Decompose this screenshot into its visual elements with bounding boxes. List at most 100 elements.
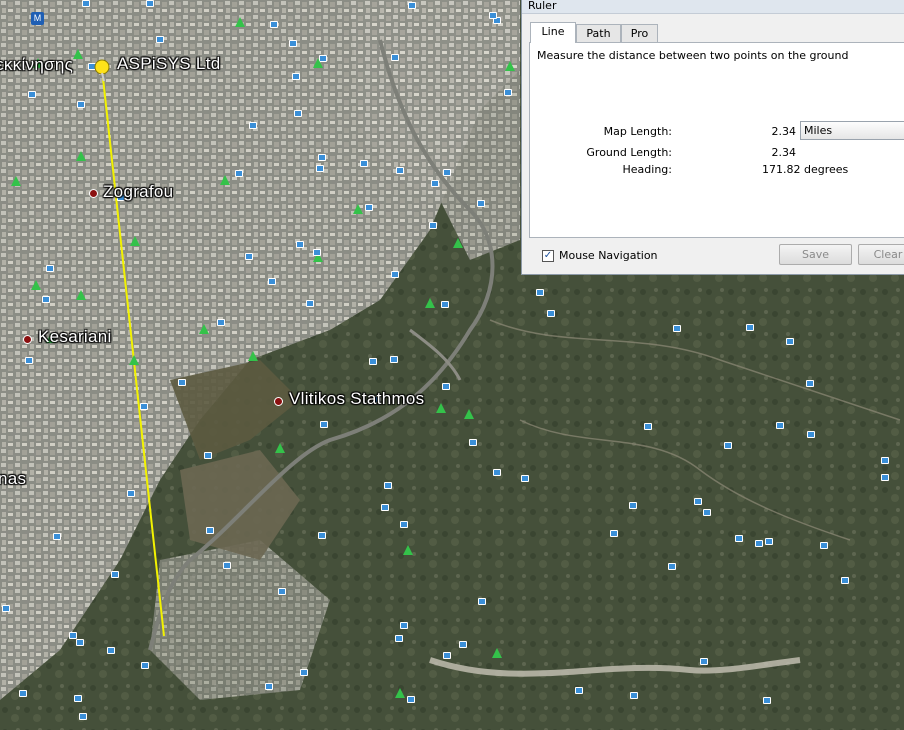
photo-icon[interactable]: [140, 403, 148, 410]
photo-icon[interactable]: [316, 165, 324, 172]
park-icon[interactable]: [505, 61, 515, 71]
photo-icon[interactable]: [46, 265, 54, 272]
park-icon[interactable]: [353, 204, 363, 214]
photo-icon[interactable]: [763, 697, 771, 704]
photo-icon[interactable]: [391, 54, 399, 61]
place-label-aspisys[interactable]: ASPiSYS Ltd: [117, 54, 220, 74]
photo-icon[interactable]: [141, 662, 149, 669]
photo-icon[interactable]: [204, 452, 212, 459]
mouse-navigation-checkbox[interactable]: ✓: [542, 250, 554, 262]
photo-icon[interactable]: [396, 167, 404, 174]
park-icon[interactable]: [199, 324, 209, 334]
photo-icon[interactable]: [478, 598, 486, 605]
photo-icon[interactable]: [235, 170, 243, 177]
unit-select[interactable]: Miles: [800, 121, 904, 140]
park-icon[interactable]: [73, 49, 83, 59]
place-label-kesariani[interactable]: Kesariani: [38, 327, 112, 347]
photo-icon[interactable]: [223, 562, 231, 569]
photo-icon[interactable]: [300, 669, 308, 676]
park-icon[interactable]: [220, 175, 230, 185]
photo-icon[interactable]: [69, 632, 77, 639]
photo-icon[interactable]: [700, 658, 708, 665]
place-dot-zografou[interactable]: [89, 189, 98, 198]
park-icon[interactable]: [425, 298, 435, 308]
photo-icon[interactable]: [268, 278, 276, 285]
photo-icon[interactable]: [735, 535, 743, 542]
park-icon[interactable]: [436, 403, 446, 413]
mouse-navigation-label[interactable]: Mouse Navigation: [559, 249, 658, 262]
place-dot-vlitikos[interactable]: [274, 397, 283, 406]
photo-icon[interactable]: [320, 421, 328, 428]
photo-icon[interactable]: [806, 380, 814, 387]
photo-icon[interactable]: [703, 509, 711, 516]
photo-icon[interactable]: [629, 502, 637, 509]
photo-icon[interactable]: [820, 542, 828, 549]
photo-icon[interactable]: [76, 639, 84, 646]
photo-icon[interactable]: [400, 521, 408, 528]
photo-icon[interactable]: [217, 319, 225, 326]
tab-line[interactable]: Line: [530, 22, 576, 43]
park-icon[interactable]: [275, 443, 285, 453]
park-icon[interactable]: [76, 290, 86, 300]
photo-icon[interactable]: [249, 122, 257, 129]
photo-icon[interactable]: [881, 457, 889, 464]
photo-icon[interactable]: [668, 563, 676, 570]
metro-icon[interactable]: M: [31, 12, 44, 25]
photo-icon[interactable]: [441, 301, 449, 308]
photo-icon[interactable]: [694, 498, 702, 505]
park-icon[interactable]: [129, 355, 139, 365]
park-icon[interactable]: [492, 648, 502, 658]
photo-icon[interactable]: [206, 527, 214, 534]
photo-icon[interactable]: [493, 469, 501, 476]
park-icon[interactable]: [31, 280, 41, 290]
photo-icon[interactable]: [313, 249, 321, 256]
photo-icon[interactable]: [400, 622, 408, 629]
park-icon[interactable]: [453, 238, 463, 248]
photo-icon[interactable]: [504, 89, 512, 96]
photo-icon[interactable]: [408, 2, 416, 9]
photo-icon[interactable]: [881, 474, 889, 481]
photo-icon[interactable]: [369, 358, 377, 365]
photo-icon[interactable]: [294, 110, 302, 117]
park-icon[interactable]: [11, 176, 21, 186]
photo-icon[interactable]: [107, 647, 115, 654]
photo-icon[interactable]: [390, 356, 398, 363]
photo-icon[interactable]: [360, 160, 368, 167]
photo-icon[interactable]: [443, 652, 451, 659]
photo-icon[interactable]: [42, 296, 50, 303]
photo-icon[interactable]: [724, 442, 732, 449]
park-icon[interactable]: [403, 545, 413, 555]
photo-icon[interactable]: [673, 325, 681, 332]
photo-icon[interactable]: [25, 357, 33, 364]
place-label-zografou[interactable]: Zografou: [103, 182, 173, 202]
photo-icon[interactable]: [407, 696, 415, 703]
photo-icon[interactable]: [292, 73, 300, 80]
photo-icon[interactable]: [746, 324, 754, 331]
photo-icon[interactable]: [28, 91, 36, 98]
photo-icon[interactable]: [575, 687, 583, 694]
pushpin-icon[interactable]: [92, 58, 114, 82]
park-icon[interactable]: [395, 688, 405, 698]
tab-pro[interactable]: Pro: [621, 24, 658, 42]
photo-icon[interactable]: [429, 222, 437, 229]
save-button[interactable]: Save: [779, 244, 852, 265]
photo-icon[interactable]: [431, 180, 439, 187]
photo-icon[interactable]: [630, 692, 638, 699]
park-icon[interactable]: [248, 351, 258, 361]
photo-icon[interactable]: [381, 504, 389, 511]
place-dot-kesariani[interactable]: [23, 335, 32, 344]
photo-icon[interactable]: [265, 683, 273, 690]
photo-icon[interactable]: [318, 532, 326, 539]
photo-icon[interactable]: [296, 241, 304, 248]
photo-icon[interactable]: [841, 577, 849, 584]
photo-icon[interactable]: [755, 540, 763, 547]
photo-icon[interactable]: [536, 289, 544, 296]
photo-icon[interactable]: [19, 690, 27, 697]
photo-icon[interactable]: [318, 154, 326, 161]
photo-icon[interactable]: [146, 0, 154, 7]
photo-icon[interactable]: [74, 695, 82, 702]
photo-icon[interactable]: [178, 379, 186, 386]
photo-icon[interactable]: [395, 635, 403, 642]
photo-icon[interactable]: [786, 338, 794, 345]
photo-icon[interactable]: [765, 538, 773, 545]
